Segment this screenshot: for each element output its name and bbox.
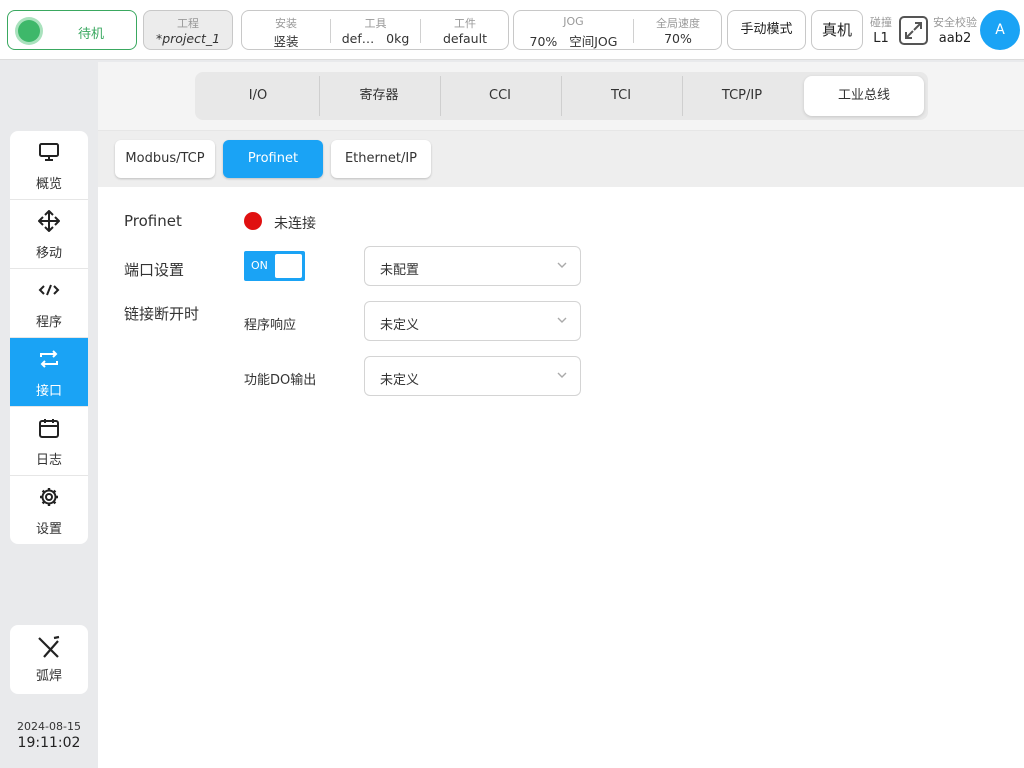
robot-status-button[interactable]: 待机: [7, 10, 137, 50]
nav-label: 概览: [35, 177, 62, 192]
tabs-band: I/O 寄存器 CCI TCI TCP/IP 工业总线: [98, 62, 1024, 131]
code-icon: [38, 284, 60, 296]
global-speed-value: 70%: [664, 31, 692, 46]
install-segment[interactable]: 安装 竖装: [242, 11, 330, 49]
monitor-icon: [39, 143, 59, 161]
chevron-down-icon: [557, 262, 567, 268]
profinet-label: Profinet: [124, 212, 182, 230]
collision-level[interactable]: 碰撞 L1: [867, 14, 895, 46]
nav-label: 接口: [35, 384, 62, 399]
jog-title: JOG: [563, 15, 584, 28]
nav-item-settings[interactable]: 设置: [10, 476, 88, 544]
tab-io[interactable]: I/O: [199, 76, 317, 116]
weld-torch-icon: [38, 635, 60, 658]
do-output-label: 功能DO输出: [244, 373, 317, 388]
tab-tcpip[interactable]: TCP/IP: [683, 76, 801, 116]
swap-arrows-icon: [40, 350, 58, 368]
chevron-down-icon: [557, 317, 567, 323]
safety-title: 安全校验: [933, 16, 977, 29]
workpiece-value: default: [443, 31, 487, 46]
do-output-value: 未定义: [380, 373, 420, 388]
top-bar: 待机 工程 *project_1 安装 竖装 工具 def… 0kg 工件 de…: [0, 0, 1024, 60]
subtab-modbus-tcp[interactable]: Modbus/TCP: [115, 140, 215, 178]
port-config-select[interactable]: 未配置: [364, 246, 581, 286]
port-settings-label: 端口设置: [124, 261, 185, 279]
subtab-profinet[interactable]: Profinet: [223, 140, 323, 178]
nav-label: 程序: [35, 315, 62, 330]
subtab-ethernet-ip[interactable]: Ethernet/IP: [331, 140, 431, 178]
tab-industrial-bus[interactable]: 工业总线: [804, 76, 924, 116]
program-response-select[interactable]: 未定义: [364, 301, 581, 341]
global-speed-segment[interactable]: 全局速度 70%: [634, 11, 722, 49]
subtabs-band: Modbus/TCP Profinet Ethernet/IP: [98, 131, 1024, 187]
chevron-down-icon: [557, 372, 567, 378]
workpiece-title: 工件: [454, 17, 476, 30]
program-response-value: 未定义: [380, 318, 420, 333]
nav-item-move[interactable]: 移动: [10, 200, 88, 269]
jog-panel: JOG 70% 空间JOG 全局速度 70%: [513, 10, 722, 50]
port-toggle[interactable]: ON: [244, 251, 305, 281]
global-speed-title: 全局速度: [656, 17, 700, 30]
do-output-select[interactable]: 未定义: [364, 356, 581, 396]
nav-item-log[interactable]: 日志: [10, 407, 88, 476]
tool-title: 工具: [364, 17, 387, 30]
safety-value: aab2: [938, 31, 972, 46]
main-tabs: I/O 寄存器 CCI TCI TCP/IP 工业总线: [195, 72, 928, 120]
main-panel: I/O 寄存器 CCI TCI TCP/IP 工业总线 Modbus/TCP P…: [98, 62, 1024, 768]
weld-label: 弧焊: [35, 669, 62, 684]
collision-title: 碰撞: [870, 16, 892, 29]
jog-value: 70% 空间JOG: [529, 34, 618, 49]
disconnect-label: 链接断开时: [124, 305, 200, 323]
safety-checksum: 安全校验 aab2: [929, 14, 981, 46]
connection-status-text: 未连接: [274, 216, 316, 232]
program-response-label: 程序响应: [244, 318, 297, 333]
install-title: 安装: [275, 17, 297, 30]
real-robot-button[interactable]: 真机: [811, 10, 863, 50]
robot-status-label: 待机: [78, 27, 105, 42]
move-arrows-icon: [38, 210, 60, 232]
status-indicator-icon: [18, 20, 40, 42]
toggle-on-label: ON: [251, 259, 268, 272]
current-date: 2024-08-15: [17, 720, 81, 733]
nav-label: 设置: [35, 522, 62, 537]
fullscreen-expand-icon[interactable]: [899, 16, 928, 45]
nav-item-overview[interactable]: 概览: [10, 131, 88, 200]
collision-value: L1: [873, 31, 889, 46]
installation-panel: 安装 竖装 工具 def… 0kg 工件 default: [241, 10, 509, 50]
calendar-icon: [39, 419, 59, 438]
tab-tci[interactable]: TCI: [562, 76, 680, 116]
nav-label: 移动: [35, 246, 62, 261]
install-value: 竖装: [273, 34, 299, 49]
user-avatar[interactable]: A: [980, 10, 1020, 50]
project-title: 工程: [177, 17, 199, 30]
toggle-knob: [275, 254, 302, 278]
project-button[interactable]: 工程 *project_1: [143, 10, 233, 50]
arc-weld-button[interactable]: 弧焊: [10, 625, 88, 694]
tool-value: def… 0kg: [341, 31, 410, 46]
project-value: *project_1: [155, 31, 221, 46]
current-time: 19:11:02: [17, 735, 81, 751]
connection-status-icon: [244, 212, 262, 230]
port-config-value: 未配置: [380, 263, 420, 278]
tab-cci[interactable]: CCI: [441, 76, 559, 116]
nav-item-program[interactable]: 程序: [10, 269, 88, 338]
nav-label: 日志: [35, 453, 62, 468]
nav-item-interface[interactable]: 接口: [10, 338, 88, 407]
tool-segment[interactable]: 工具 def… 0kg: [331, 11, 420, 49]
tab-registers[interactable]: 寄存器: [320, 76, 438, 116]
left-nav: 概览 移动 程序 接口 日志 设置: [10, 131, 88, 544]
gear-icon: [40, 488, 58, 506]
manual-mode-button[interactable]: 手动模式: [727, 10, 806, 50]
jog-segment[interactable]: JOG 70% 空间JOG: [514, 11, 633, 49]
workpiece-segment[interactable]: 工件 default: [421, 11, 509, 49]
